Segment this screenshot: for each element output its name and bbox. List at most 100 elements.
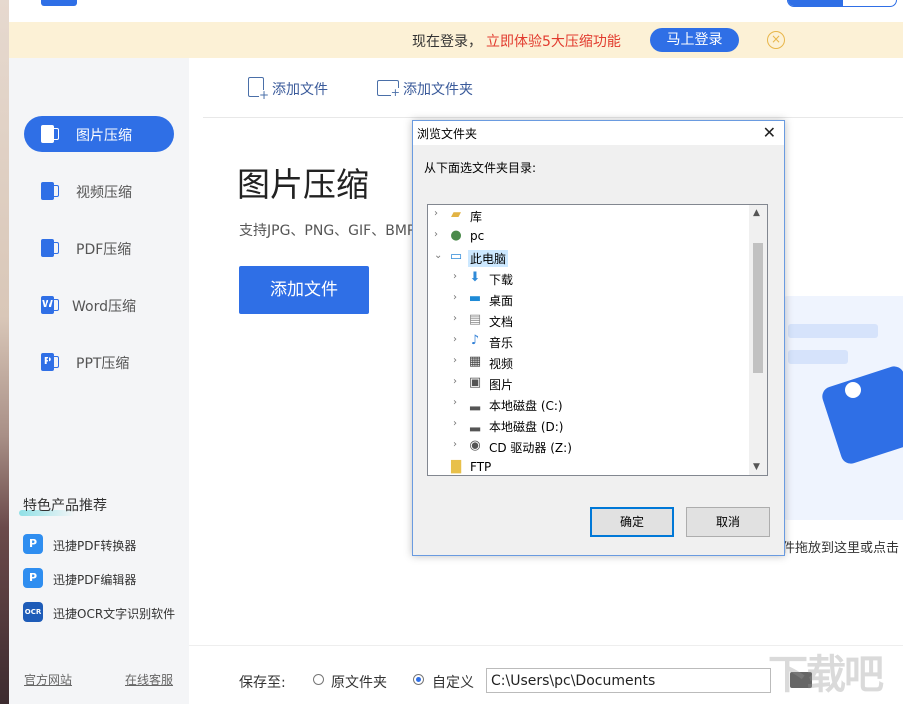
library-icon: ▰ bbox=[448, 207, 464, 223]
radio-original-folder[interactable] bbox=[313, 674, 324, 685]
user-icon: ● bbox=[448, 228, 464, 244]
scroll-down-icon[interactable]: ▼ bbox=[753, 462, 760, 472]
pdf-editor-icon: P bbox=[23, 568, 43, 588]
expand-arrow-icon[interactable]: › bbox=[453, 355, 463, 366]
sidebar-item-label: 视频压缩 bbox=[76, 182, 132, 202]
tree-item-label: 库 bbox=[468, 208, 484, 225]
expand-arrow-icon[interactable]: › bbox=[434, 208, 444, 219]
add-folder-toolbar-button[interactable]: 添加文件夹 bbox=[377, 76, 477, 100]
product-label: 迅捷PDF编辑器 bbox=[53, 571, 136, 588]
banner-text: 现在登录， bbox=[412, 31, 482, 51]
ppt-icon: P bbox=[39, 352, 59, 372]
video-icon: ▦ bbox=[467, 354, 483, 370]
folder-tree[interactable]: › ▰ 库 › ● pc ⌄ ▭ 此电脑 › ⬇ 下载 › ▬ 桌面 › ▤ 文… bbox=[427, 204, 768, 476]
close-icon[interactable]: ✕ bbox=[763, 123, 776, 142]
tree-item-disk-c[interactable]: › ▂ 本地磁盘 (C:) bbox=[453, 394, 743, 415]
add-file-icon bbox=[246, 76, 266, 98]
save-path-input[interactable] bbox=[486, 668, 771, 693]
sidebar-item-pdf-compress[interactable]: PDF压缩 bbox=[24, 230, 174, 266]
scroll-thumb[interactable] bbox=[753, 243, 763, 373]
feature-title: 特色产品推荐 bbox=[23, 495, 107, 515]
add-folder-label: 添加文件夹 bbox=[403, 79, 473, 99]
online-support-link[interactable]: 在线客服 bbox=[125, 671, 173, 688]
dialog-title: 浏览文件夹 bbox=[417, 125, 477, 142]
sidebar-item-label: 图片压缩 bbox=[76, 125, 132, 145]
sun-icon bbox=[845, 382, 861, 398]
tree-item-disk-d[interactable]: › ▂ 本地磁盘 (D:) bbox=[453, 415, 743, 436]
sidebar-item-word-compress[interactable]: W Word压缩 bbox=[24, 287, 174, 323]
sidebar-item-label: PPT压缩 bbox=[76, 353, 129, 373]
sidebar-item-image-compress[interactable]: 图片压缩 bbox=[24, 116, 174, 152]
tree-item-label: FTP bbox=[468, 460, 493, 474]
radio-custom-folder-label[interactable]: 自定义 bbox=[432, 672, 474, 692]
tree-item-label: 音乐 bbox=[487, 334, 515, 351]
scroll-up-icon[interactable]: ▲ bbox=[753, 208, 760, 218]
add-folder-icon bbox=[377, 76, 397, 98]
tree-item-videos[interactable]: › ▦ 视频 bbox=[453, 352, 743, 373]
sidebar-item-label: Word压缩 bbox=[72, 296, 136, 316]
tree-scrollbar[interactable]: ▲ ▼ bbox=[749, 205, 767, 475]
watermark-logo: 下载吧 bbox=[768, 642, 882, 700]
tree-item-downloads[interactable]: › ⬇ 下载 bbox=[453, 268, 743, 289]
radio-custom-folder[interactable] bbox=[413, 674, 424, 685]
tree-item-label: 视频 bbox=[487, 355, 515, 372]
expand-arrow-icon[interactable]: › bbox=[453, 292, 463, 303]
add-file-label: 添加文件 bbox=[272, 79, 328, 99]
ok-button[interactable]: 确定 bbox=[590, 507, 674, 537]
tree-item-documents[interactable]: › ▤ 文档 bbox=[453, 310, 743, 331]
add-file-toolbar-button[interactable]: 添加文件 bbox=[246, 76, 336, 100]
video-icon bbox=[39, 181, 59, 201]
desktop-background bbox=[0, 0, 9, 704]
tree-item-this-pc[interactable]: ⌄ ▭ 此电脑 bbox=[434, 247, 744, 268]
collapse-arrow-icon[interactable]: ⌄ bbox=[434, 250, 444, 261]
expand-arrow-icon[interactable]: › bbox=[453, 397, 463, 408]
expand-arrow-icon[interactable]: › bbox=[453, 313, 463, 324]
close-icon[interactable]: × bbox=[767, 31, 785, 49]
tree-item-label: 图片 bbox=[487, 376, 515, 393]
picture-icon: ▣ bbox=[467, 375, 483, 391]
page-title: 图片压缩 bbox=[237, 158, 369, 206]
document-icon: ▤ bbox=[467, 312, 483, 328]
app-logo bbox=[41, 0, 77, 6]
sidebar-item-video-compress[interactable]: 视频压缩 bbox=[24, 173, 174, 209]
expand-arrow-icon[interactable]: › bbox=[453, 418, 463, 429]
pdf-icon bbox=[39, 238, 59, 258]
pdf-converter-icon: P bbox=[23, 534, 43, 554]
expand-arrow-icon[interactable]: › bbox=[453, 271, 463, 282]
account-toggle[interactable] bbox=[787, 0, 897, 7]
drop-illustration-bar bbox=[788, 324, 878, 338]
tree-item-label: 本地磁盘 (C:) bbox=[487, 397, 565, 414]
browse-folder-dialog: 浏览文件夹 ✕ 从下面选文件夹目录: › ▰ 库 › ● pc ⌄ ▭ 此电脑 … bbox=[412, 120, 785, 556]
radio-original-folder-label[interactable]: 原文件夹 bbox=[331, 672, 387, 692]
cancel-button[interactable]: 取消 bbox=[686, 507, 770, 537]
sidebar-item-ppt-compress[interactable]: P PPT压缩 bbox=[24, 344, 174, 380]
tree-item-library[interactable]: › ▰ 库 bbox=[434, 205, 744, 226]
tree-item-cd-drive[interactable]: › ◉ CD 驱动器 (Z:) bbox=[453, 436, 743, 457]
supported-formats: 支持JPG、PNG、GIF、BMP bbox=[239, 220, 415, 240]
tree-item-ftp[interactable]: ▇ FTP bbox=[434, 457, 744, 476]
tree-item-label: 此电脑 bbox=[468, 250, 508, 267]
tree-item-desktop[interactable]: › ▬ 桌面 bbox=[453, 289, 743, 310]
music-icon: ♪ bbox=[467, 333, 483, 349]
desktop-icon: ▬ bbox=[467, 291, 483, 307]
sidebar: 图片压缩 视频压缩 PDF压缩 W Word压缩 P PPT压缩 特色产品推荐 … bbox=[9, 58, 189, 704]
expand-arrow-icon[interactable]: › bbox=[434, 229, 444, 240]
banner-highlight: 立即体验5大压缩功能 bbox=[486, 31, 621, 51]
dialog-title-bar: 浏览文件夹 ✕ bbox=[413, 121, 784, 145]
login-banner: 现在登录， 立即体验5大压缩功能 马上登录 × bbox=[9, 22, 903, 58]
tree-item-music[interactable]: › ♪ 音乐 bbox=[453, 331, 743, 352]
expand-arrow-icon[interactable]: › bbox=[453, 376, 463, 387]
tree-item-user[interactable]: › ● pc bbox=[434, 226, 744, 247]
disk-icon: ▂ bbox=[467, 396, 483, 412]
tree-item-pictures[interactable]: › ▣ 图片 bbox=[453, 373, 743, 394]
drop-illustration-bar bbox=[788, 350, 848, 364]
expand-arrow-icon[interactable]: › bbox=[453, 439, 463, 450]
expand-arrow-icon[interactable]: › bbox=[453, 334, 463, 345]
login-button[interactable]: 马上登录 bbox=[650, 28, 739, 52]
add-file-button[interactable]: 添加文件 bbox=[239, 266, 369, 314]
official-website-link[interactable]: 官方网站 bbox=[24, 671, 72, 688]
drop-hint: 件拖放到这里或点击 bbox=[782, 537, 899, 556]
ocr-icon: OCR bbox=[23, 602, 43, 622]
cd-drive-icon: ◉ bbox=[467, 438, 483, 454]
tree-item-label: 桌面 bbox=[487, 292, 515, 309]
